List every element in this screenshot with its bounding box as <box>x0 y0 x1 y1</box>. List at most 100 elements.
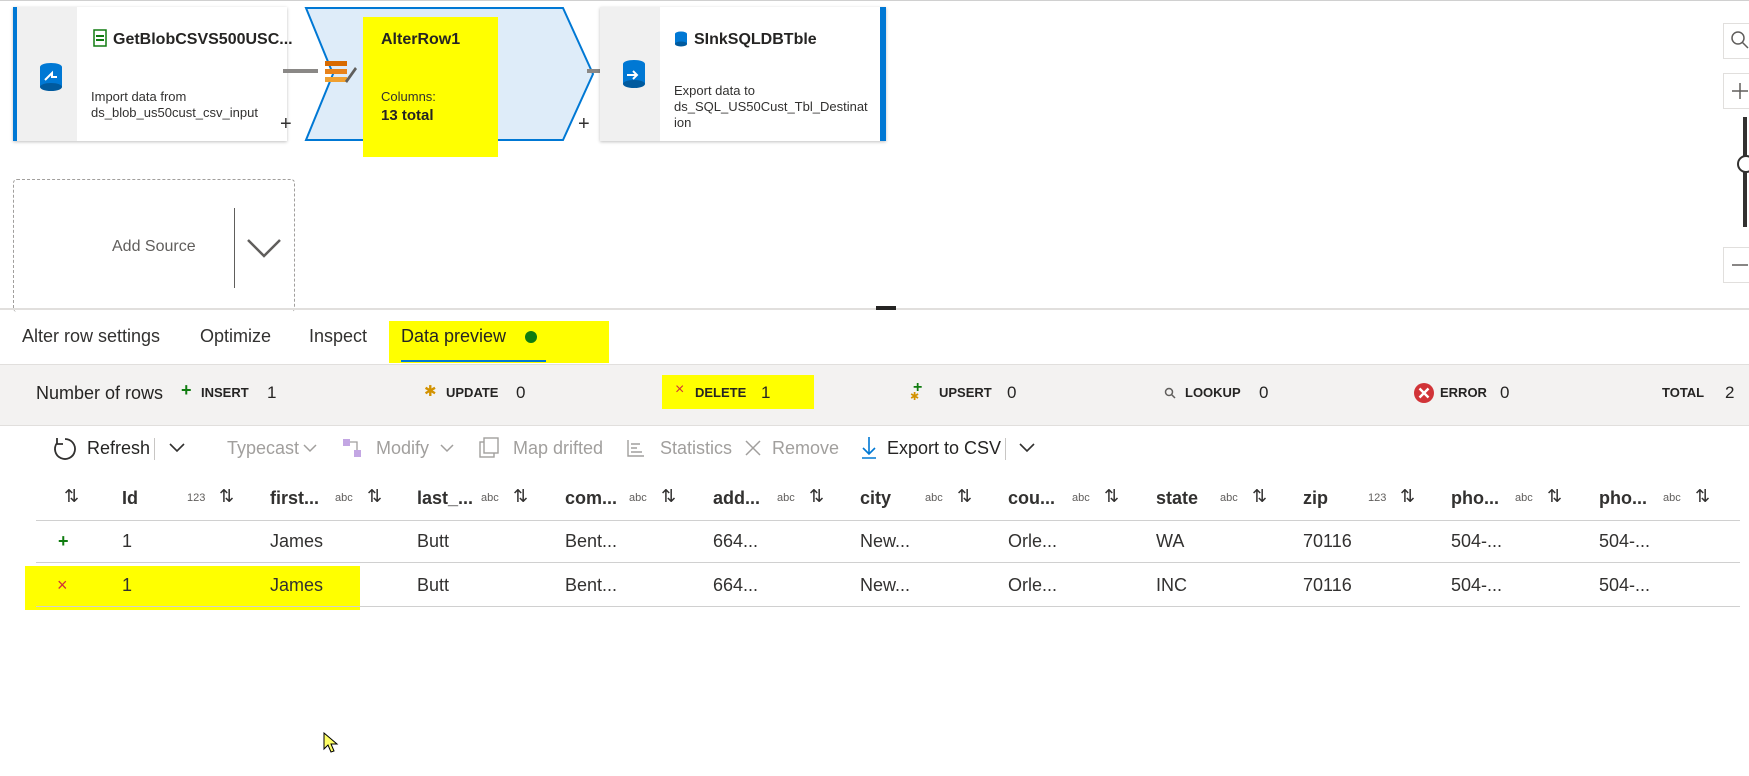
column-header-zip[interactable]: zip <box>1303 488 1328 509</box>
column-header-address[interactable]: add... <box>713 488 760 509</box>
sort-icon[interactable]: ⇅ <box>513 486 528 507</box>
statistics-button[interactable]: Statistics <box>660 438 732 459</box>
panel-splitter[interactable] <box>0 308 1749 310</box>
sink-node-desc-line2: ds_SQL_US50Cust_Tbl_Destinat <box>674 99 868 114</box>
mouse-cursor-icon <box>323 732 339 753</box>
add-source-label: Add Source <box>112 238 196 255</box>
zoom-slider-thumb[interactable] <box>1737 155 1749 173</box>
refresh-button[interactable]: Refresh <box>87 438 150 459</box>
toolbar-divider-2 <box>1005 438 1006 460</box>
error-label: ERROR <box>1440 385 1487 400</box>
tab-inspect[interactable]: Inspect <box>309 326 367 347</box>
sink-node-desc-line1: Export data to <box>674 83 755 98</box>
cell-phone2: 504-... <box>1599 531 1651 551</box>
table-row[interactable]: + 1 James Butt Bent... 664... New... Orl… <box>36 520 1740 563</box>
typecast-button[interactable]: Typecast <box>227 438 299 459</box>
upsert-label: UPSERT <box>939 385 992 400</box>
cell-state: INC <box>1156 575 1187 595</box>
source-node[interactable]: GetBlobCSVS500USC... Import data from ds… <box>13 7 293 141</box>
cell-county: Orle... <box>1008 531 1058 551</box>
sort-icon[interactable]: ⇅ <box>1252 486 1267 507</box>
close-icon <box>745 440 761 456</box>
chevron-down-icon[interactable] <box>168 442 186 454</box>
upsert-count: 0 <box>1007 383 1017 402</box>
zoom-controls <box>1723 17 1749 287</box>
search-icon[interactable] <box>1723 23 1749 59</box>
lookup-count: 0 <box>1259 383 1269 402</box>
sort-icon[interactable]: ⇅ <box>1104 486 1119 507</box>
column-header-last-name[interactable]: last_... <box>417 488 473 509</box>
tab-alter-row-settings[interactable]: Alter row settings <box>22 326 160 347</box>
column-type-county: abc <box>1072 492 1090 504</box>
modify-button[interactable]: Modify <box>376 438 429 459</box>
chevron-down-icon[interactable] <box>246 236 282 260</box>
error-icon <box>1414 383 1434 403</box>
chevron-down-icon <box>303 444 317 453</box>
cell-company: Bent... <box>565 575 618 595</box>
tab-data-preview[interactable]: Data preview <box>401 326 538 347</box>
add-source-box[interactable]: Add Source <box>13 179 295 312</box>
cell-phone1: 504-... <box>1451 575 1503 595</box>
cell-company: Bent... <box>565 531 618 551</box>
sort-icon[interactable]: ⇅ <box>957 486 972 507</box>
modify-icon <box>343 439 361 457</box>
zoom-out-icon[interactable] <box>1723 247 1749 283</box>
update-count: 0 <box>516 383 526 402</box>
sort-icon[interactable]: ⇅ <box>1547 486 1562 507</box>
source-add-transform-button[interactable]: + <box>280 113 292 136</box>
cell-address: 664... <box>713 575 759 595</box>
cell-first-name: James <box>270 531 324 551</box>
cell-phone1: 504-... <box>1451 531 1503 551</box>
table-row[interactable]: × 1 James Butt Bent... 664... New... Orl… <box>36 564 1740 607</box>
cell-id: 1 <box>122 575 133 595</box>
total-label: TOTAL <box>1662 385 1705 400</box>
sort-icon[interactable]: ⇅ <box>1695 486 1710 507</box>
column-type-city: abc <box>925 492 943 504</box>
insert-count: 1 <box>267 383 277 402</box>
sink-dataset-icon <box>623 60 645 88</box>
insert-icon: + <box>181 380 192 400</box>
cell-last-name: Butt <box>417 531 450 551</box>
column-header-county[interactable]: cou... <box>1008 488 1055 509</box>
delete-count: 1 <box>761 383 771 402</box>
zoom-in-icon[interactable] <box>1723 73 1749 109</box>
column-type-address: abc <box>777 492 795 504</box>
lookup-icon <box>1164 387 1176 399</box>
export-to-csv-button[interactable]: Export to CSV <box>887 438 1001 459</box>
tab-optimize[interactable]: Optimize <box>200 326 271 347</box>
column-header-phone2[interactable]: pho... <box>1599 488 1647 509</box>
sort-icon[interactable]: ⇅ <box>367 486 382 507</box>
column-type-first-name: abc <box>335 492 353 504</box>
sort-icon[interactable]: ⇅ <box>219 486 234 507</box>
sort-icon[interactable]: ⇅ <box>1400 486 1415 507</box>
column-header-phone1[interactable]: pho... <box>1451 488 1499 509</box>
sort-icon[interactable]: ⇅ <box>661 486 676 507</box>
alter-row-icon <box>325 61 357 83</box>
cell-city: New... <box>860 575 911 595</box>
column-header-id[interactable]: Id <box>122 488 138 509</box>
update-label: UPDATE <box>446 385 499 400</box>
number-of-rows-label: Number of rows <box>36 383 164 403</box>
remove-button[interactable]: Remove <box>772 438 839 459</box>
sink-node[interactable]: SInkSQLDBTble Export data to ds_SQL_US50… <box>600 7 886 141</box>
cell-first-name: James <box>270 575 324 595</box>
alterrow-add-transform-button[interactable]: + <box>578 113 590 136</box>
alterrow-columns-value: 13 total <box>381 107 434 124</box>
cell-last-name: Butt <box>417 575 450 595</box>
splitter-handle[interactable] <box>876 306 896 310</box>
delete-icon: × <box>675 381 685 398</box>
sql-database-icon <box>675 31 687 47</box>
map-drifted-button[interactable]: Map drifted <box>513 438 603 459</box>
column-header-first-name[interactable]: first... <box>270 488 319 509</box>
sort-icon[interactable]: ⇅ <box>64 486 79 507</box>
sort-icon[interactable]: ⇅ <box>809 486 824 507</box>
csv-file-icon <box>93 29 107 47</box>
column-header-city[interactable]: city <box>860 488 891 509</box>
alterrow-columns-label: Columns: <box>381 89 436 104</box>
column-header-state[interactable]: state <box>1156 488 1198 509</box>
column-header-company[interactable]: com... <box>565 488 617 509</box>
chevron-down-icon[interactable] <box>1018 442 1036 454</box>
cell-county: Orle... <box>1008 575 1058 595</box>
sink-node-desc-line3: ion <box>674 115 692 130</box>
error-count: 0 <box>1500 383 1510 402</box>
